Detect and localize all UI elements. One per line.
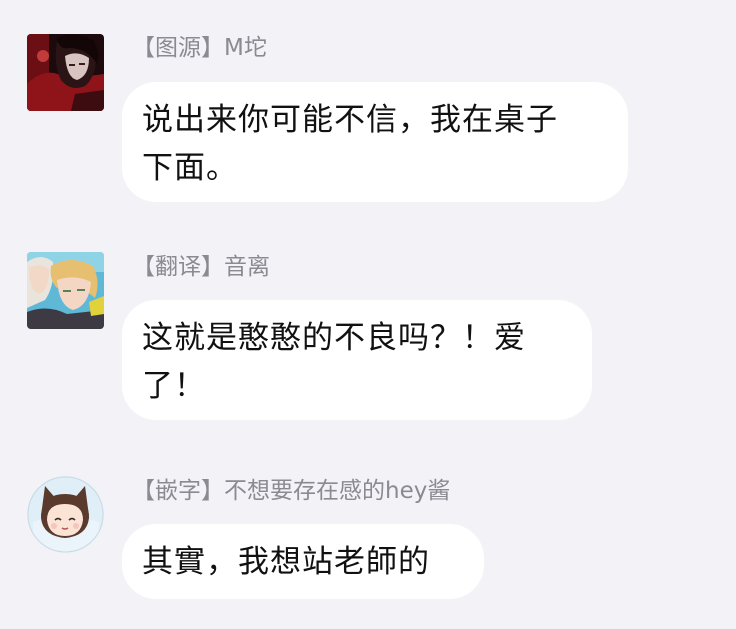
message-bubble: 其實，我想站老師的	[122, 524, 484, 599]
message-bubble: 这就是憨憨的不良吗？！爱 了！	[122, 300, 592, 420]
message-text-line: 这就是憨憨的不良吗？！爱	[142, 320, 526, 356]
dark-anime-avatar-icon[interactable]	[27, 34, 104, 111]
sender-name: 【图源】M坨	[132, 35, 267, 61]
sender-name: 【嵌字】不想要存在感的hey酱	[132, 478, 451, 504]
message-bubble: 说出来你可能不信，我在桌子 下面。	[122, 82, 628, 202]
message-text-line: 了！	[142, 368, 206, 404]
blonde-anime-avatar-icon[interactable]	[27, 252, 104, 329]
message-text-line: 说出来你可能不信，我在桌子	[142, 102, 558, 138]
cat-ear-chibi-avatar-icon[interactable]	[27, 476, 104, 553]
message-text-line: 下面。	[142, 150, 238, 186]
sender-name: 【翻译】音离	[132, 254, 270, 280]
message-text-line: 其實，我想站老師的	[142, 544, 430, 580]
